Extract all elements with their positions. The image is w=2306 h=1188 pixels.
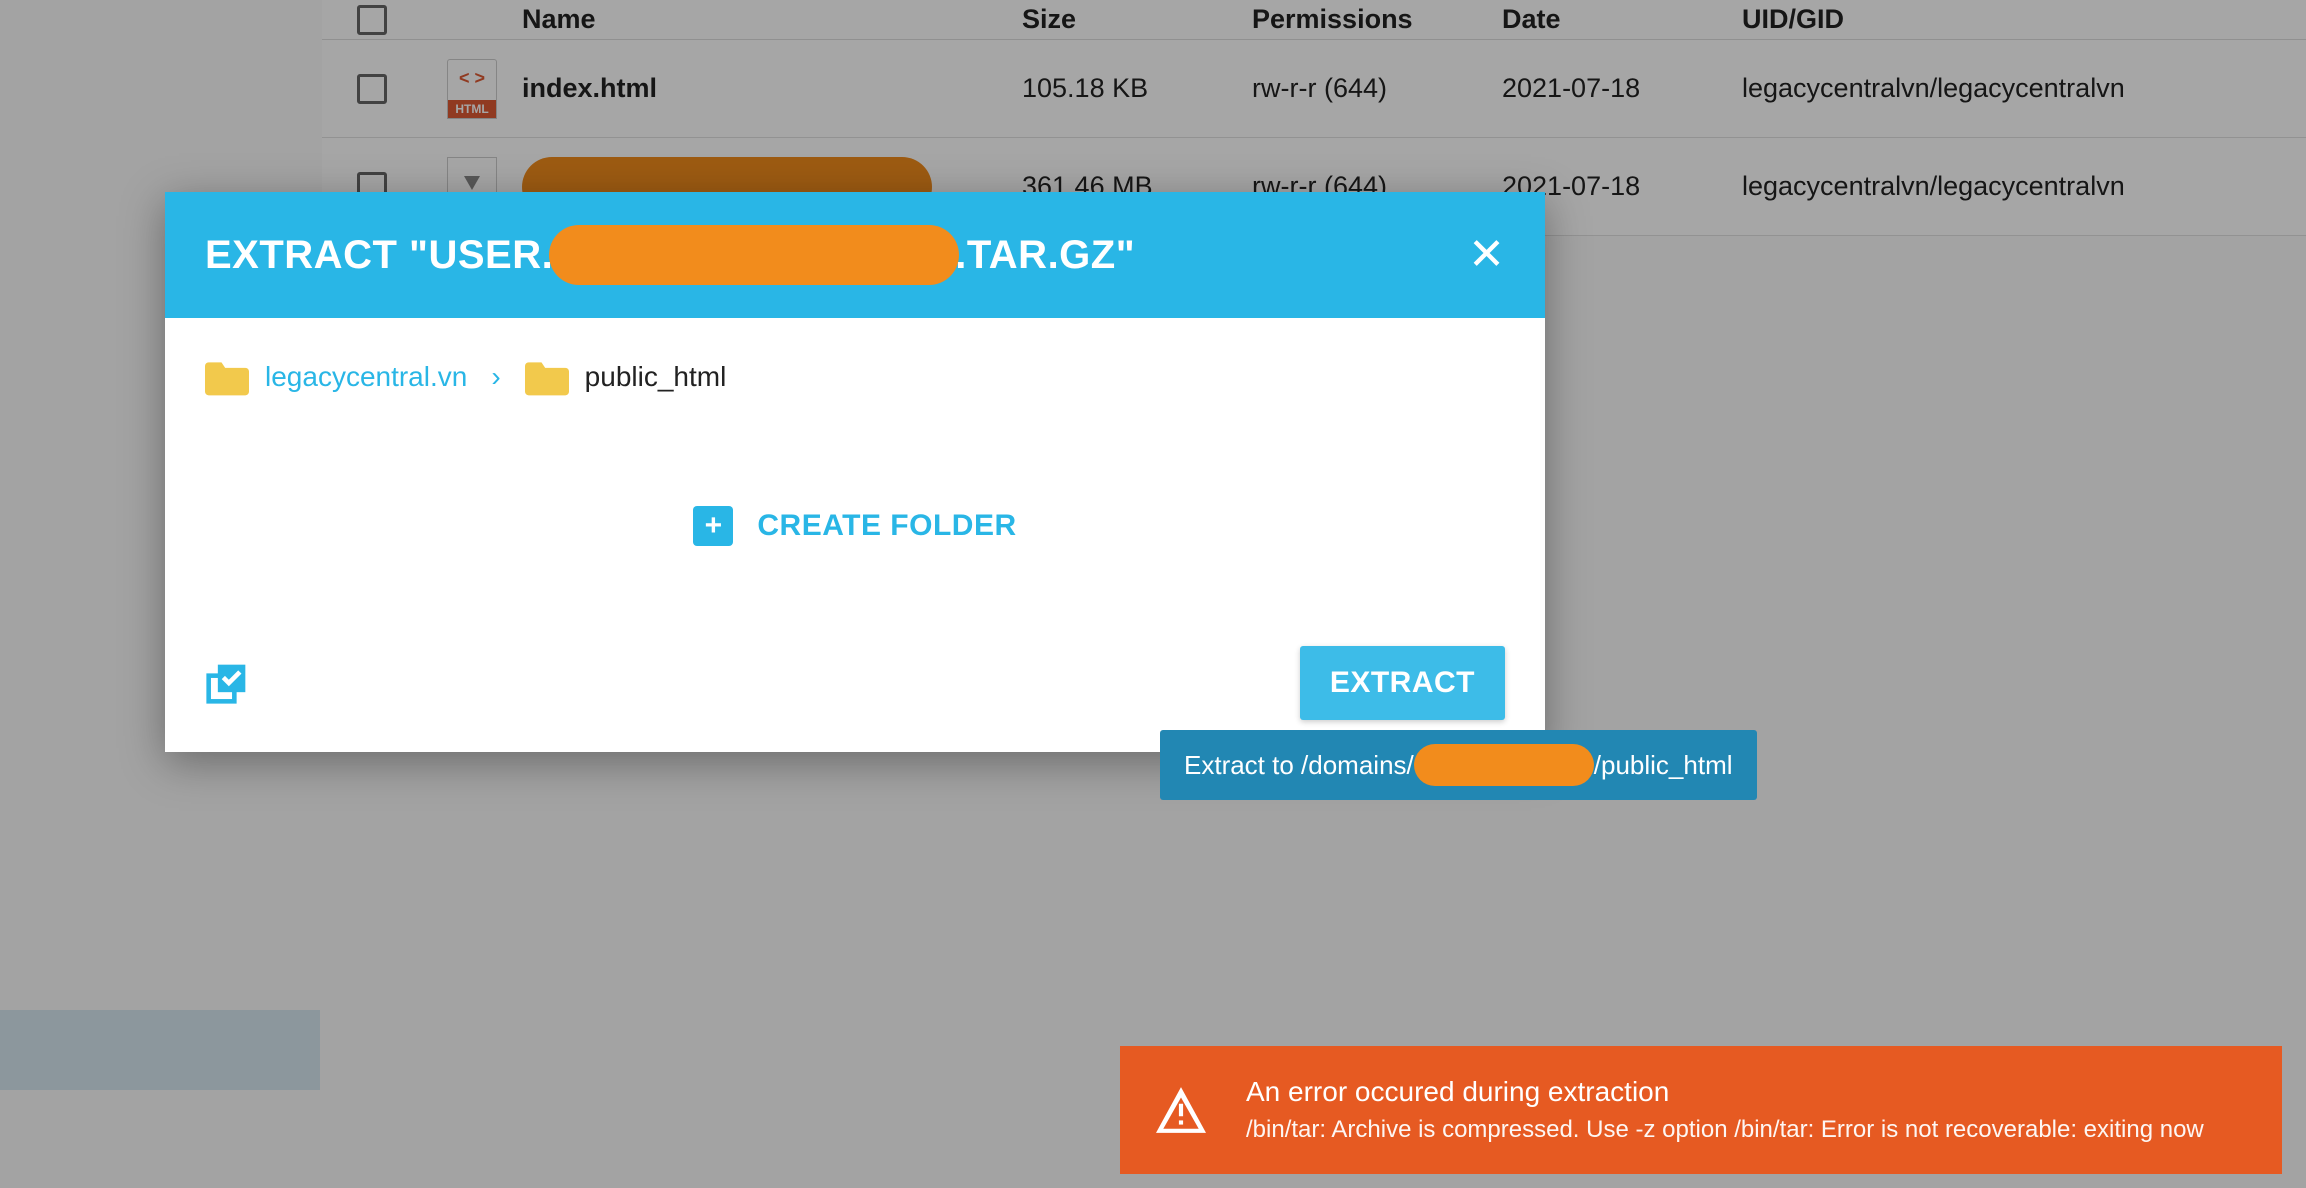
folder-icon xyxy=(205,358,249,396)
breadcrumb: legacycentral.vn › public_html xyxy=(205,358,1505,396)
folder-icon xyxy=(525,358,569,396)
tooltip-suffix: /public_html xyxy=(1594,750,1733,781)
breadcrumb-current-label: public_html xyxy=(585,361,727,393)
modal-body: legacycentral.vn › public_html + CREATE … xyxy=(165,318,1545,646)
breadcrumb-current[interactable]: public_html xyxy=(525,358,727,396)
chevron-right-icon: › xyxy=(491,361,500,393)
toast-text: An error occured during extraction /bin/… xyxy=(1246,1076,2246,1144)
create-folder-button[interactable]: + CREATE FOLDER xyxy=(205,506,1505,546)
modal-title-suffix: .TAR.GZ" xyxy=(955,233,1135,278)
modal-header: EXTRACT "USER. .TAR.GZ" ✕ xyxy=(165,192,1545,318)
tooltip-prefix: Extract to /domains/ xyxy=(1184,750,1414,781)
toast-title: An error occured during extraction xyxy=(1246,1076,2246,1108)
select-all-icon[interactable] xyxy=(205,661,249,705)
close-icon[interactable]: ✕ xyxy=(1468,233,1505,277)
toast-message: /bin/tar: Archive is compressed. Use -z … xyxy=(1246,1116,2246,1144)
extract-tooltip: Extract to /domains/ /public_html xyxy=(1160,730,1757,800)
warning-icon xyxy=(1156,1087,1206,1133)
error-toast: An error occured during extraction /bin/… xyxy=(1120,1046,2282,1174)
breadcrumb-root-label: legacycentral.vn xyxy=(265,361,467,393)
plus-icon: + xyxy=(693,506,733,546)
modal-title: EXTRACT "USER. .TAR.GZ" xyxy=(205,225,1135,285)
breadcrumb-root[interactable]: legacycentral.vn xyxy=(205,358,467,396)
create-folder-label: CREATE FOLDER xyxy=(757,509,1016,543)
redacted-title-segment xyxy=(549,225,959,285)
modal-title-prefix: EXTRACT "USER. xyxy=(205,233,553,278)
extract-button[interactable]: EXTRACT xyxy=(1300,646,1505,720)
redacted-tooltip-segment xyxy=(1414,744,1594,786)
extract-modal: EXTRACT "USER. .TAR.GZ" ✕ legacycentral.… xyxy=(165,192,1545,752)
